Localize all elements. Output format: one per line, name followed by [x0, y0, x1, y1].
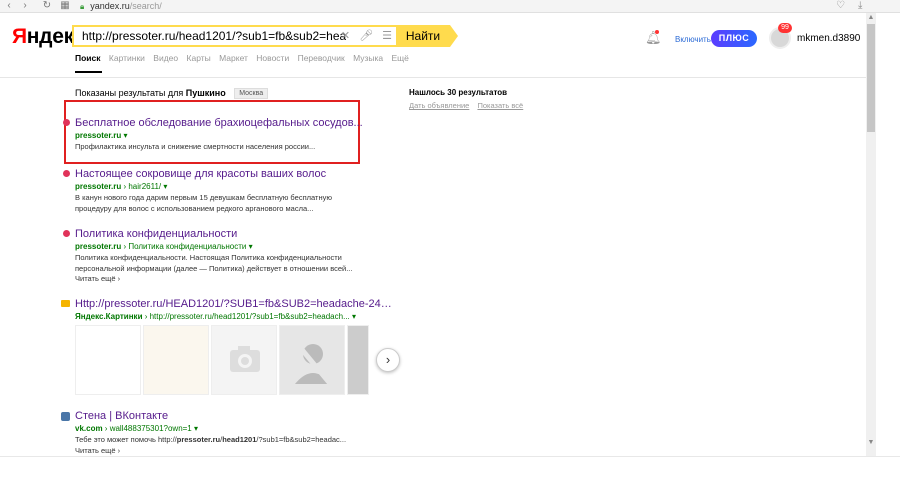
search-result: Настоящее сокровище для красоты ваших во…: [63, 167, 365, 214]
image-thumbnail[interactable]: [347, 325, 369, 395]
apps-grid-icon[interactable]: ▦: [58, 0, 72, 12]
result-title[interactable]: Бесплатное обследование брахиоцефальных …: [75, 116, 365, 130]
place-ad-link[interactable]: Дать объявление: [409, 101, 469, 110]
result-title[interactable]: Настоящее сокровище для красоты ваших во…: [75, 167, 365, 181]
tab-music[interactable]: Музыка: [353, 53, 383, 63]
image-thumbnail[interactable]: [211, 325, 277, 395]
tab-video[interactable]: Видео: [153, 53, 178, 63]
result-title[interactable]: Политика конфиденциальности: [75, 227, 365, 241]
show-all-link[interactable]: Показать всё: [477, 101, 523, 110]
search-result: Стена | ВКонтакте vk.com › wall488375301…: [61, 409, 365, 456]
search-box: ✕ 🎤︎ ☰ Найти: [72, 25, 458, 47]
tab-market[interactable]: Маркет: [219, 53, 248, 63]
url-path: /search/: [129, 1, 162, 11]
site-favicon-icon: [63, 230, 70, 237]
result-snippet: Тебе это может помочь http://pressoter.r…: [75, 435, 347, 444]
result-url[interactable]: pressoter.ru ▾: [75, 130, 365, 141]
result-snippet: Профилактика инсульта и снижение смертно…: [75, 142, 316, 151]
vk-favicon-icon: [61, 412, 70, 421]
result-snippet: Политика конфиденциальности. Настоящая П…: [75, 253, 353, 273]
image-thumbnail[interactable]: [279, 325, 345, 395]
yandex-header: Яндекс ✕ 🎤︎ ☰ Найти 🔔︎ Включить ПЛЮС 99 …: [0, 13, 875, 78]
url-host: yandex.ru: [90, 1, 130, 11]
mail-count-badge: 99: [778, 23, 792, 33]
no-person-placeholder-icon: [292, 338, 334, 388]
image-thumbnail[interactable]: [143, 325, 209, 395]
download-icon[interactable]: ⤓: [858, 0, 862, 12]
results-count: Нашлось 30 результатов: [409, 88, 508, 97]
image-thumbnail[interactable]: [75, 325, 141, 395]
scroll-up-icon[interactable]: ▲: [866, 13, 876, 23]
lock-icon: 🔒︎: [80, 2, 85, 11]
result-url[interactable]: vk.com › wall488375301?own=1 ▾: [75, 423, 365, 434]
username[interactable]: mkmen.d3890: [797, 33, 860, 44]
tab-search[interactable]: Поиск: [75, 53, 101, 63]
search-button[interactable]: Найти: [396, 25, 458, 47]
tab-maps[interactable]: Карты: [187, 53, 211, 63]
result-url[interactable]: pressoter.ru › hair2611/ ▾: [75, 181, 365, 192]
tab-translate[interactable]: Переводчик: [298, 53, 345, 63]
camera-placeholder-icon: [230, 346, 260, 372]
search-input[interactable]: [74, 27, 346, 45]
notification-bell-icon[interactable]: 🔔︎: [645, 30, 662, 46]
search-result: Бесплатное обследование брахиоцефальных …: [63, 116, 365, 153]
address-bar[interactable]: 🔒︎ yandex.ru/search/: [80, 0, 870, 12]
region-summary: Показаны результаты для Пушкино Москва: [75, 88, 269, 100]
tab-images[interactable]: Картинки: [109, 53, 145, 63]
search-result: Http://pressoter.ru/HEAD1201/?SUB1=fb&SU…: [61, 297, 395, 322]
result-snippet: В канун нового года дарим первым 15 деву…: [75, 193, 332, 213]
read-more-link[interactable]: Читать ещё ›: [75, 446, 365, 456]
scrollbar-thumb[interactable]: [867, 24, 875, 132]
scroll-down-icon[interactable]: ▼: [866, 438, 876, 448]
settings-sliders-icon[interactable]: ☰: [382, 30, 392, 42]
result-url[interactable]: Яндекс.Картинки › http://pressoter.ru/he…: [75, 311, 395, 322]
tab-more[interactable]: Ещё: [392, 53, 409, 63]
microphone-icon[interactable]: 🎤︎: [359, 30, 373, 42]
page-bottom-area: [0, 456, 900, 485]
result-url[interactable]: pressoter.ru › Политика конфиденциальнос…: [75, 241, 365, 252]
result-title[interactable]: Http://pressoter.ru/HEAD1201/?SUB1=fb&SU…: [75, 297, 395, 311]
site-favicon-icon: [63, 170, 70, 177]
active-tab-underline: [75, 71, 102, 73]
yandex-images-favicon-icon: [61, 300, 70, 307]
image-thumbnails: [75, 325, 393, 395]
plus-enable-link[interactable]: Включить: [675, 35, 711, 44]
reload-icon[interactable]: ↻: [40, 0, 54, 12]
result-title[interactable]: Стена | ВКонтакте: [75, 409, 365, 423]
notification-dot: [655, 30, 659, 34]
read-more-link[interactable]: Читать ещё ›: [75, 274, 365, 284]
search-result: Политика конфиденциальности pressoter.ru…: [63, 227, 365, 284]
service-tabs: Поиск Картинки Видео Карты Маркет Новост…: [75, 53, 415, 73]
region-tag[interactable]: Москва: [234, 88, 269, 100]
site-favicon-icon: [63, 119, 70, 126]
plus-button[interactable]: ПЛЮС: [711, 30, 757, 47]
back-icon[interactable]: ‹: [2, 0, 16, 12]
right-column: Нашлось 30 результатов Дать объявление П…: [409, 88, 529, 110]
next-arrow-button[interactable]: ›: [376, 348, 400, 372]
favorite-icon[interactable]: ♡: [836, 0, 845, 12]
browser-toolbar: ‹ › ↻ ▦ 🔒︎ yandex.ru/search/ ♡ ⤓: [0, 0, 900, 13]
clear-icon[interactable]: ✕: [341, 30, 350, 42]
tab-news[interactable]: Новости: [256, 53, 289, 63]
region-city[interactable]: Пушкино: [186, 88, 226, 98]
forward-icon[interactable]: ›: [18, 0, 32, 12]
